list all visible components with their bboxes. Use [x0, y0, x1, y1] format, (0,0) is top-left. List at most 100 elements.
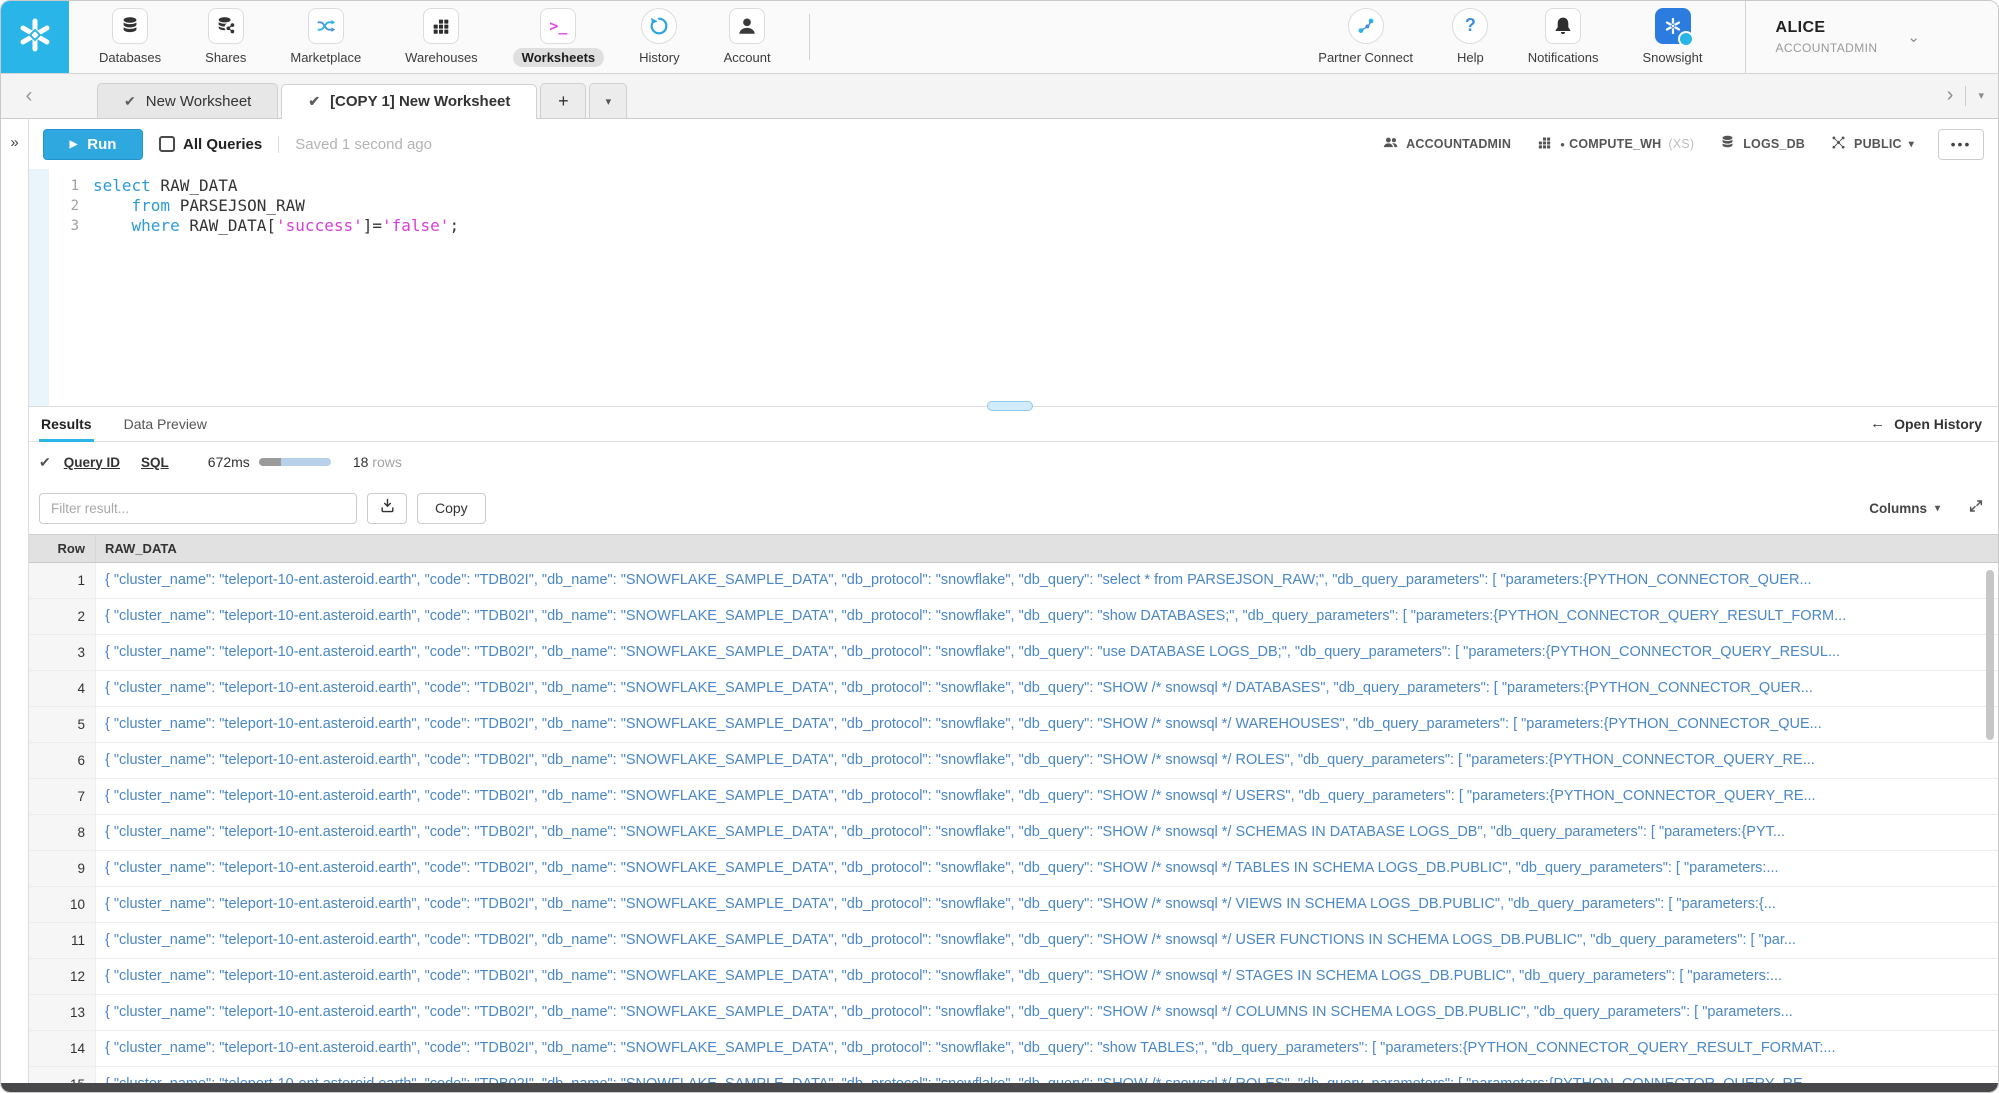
line-number: 3: [70, 218, 79, 234]
context-label: COMPUTE_WH: [1569, 137, 1662, 151]
saved-status: Saved 1 second ago: [278, 135, 432, 153]
code-line: 1 select RAW_DATA: [49, 176, 1998, 196]
snowflake-classic-app: Databases Shares Marketplace Warehouses >_ Wo…: [0, 0, 1999, 1093]
download-button[interactable]: [367, 492, 407, 524]
nav-item-account[interactable]: Account: [702, 7, 793, 67]
worksheet-tab-new-worksheet[interactable]: ✔ New Worksheet: [97, 83, 279, 118]
marketplace-icon: [307, 7, 344, 44]
row-raw-data-cell[interactable]: { "cluster_name": "teleport-10-ent.aster…: [96, 635, 1998, 670]
nav-items-left: Databases Shares Marketplace Warehouses >_ Wo…: [69, 1, 801, 73]
nav-item-help[interactable]: ? Help: [1435, 7, 1506, 67]
all-queries-checkbox-row[interactable]: All Queries: [159, 136, 262, 153]
nav-item-databases[interactable]: Databases: [77, 7, 183, 67]
row-raw-data-cell[interactable]: { "cluster_name": "teleport-10-ent.aster…: [96, 779, 1998, 814]
row-raw-data-cell[interactable]: { "cluster_name": "teleport-10-ent.aster…: [96, 959, 1998, 994]
nav-item-label: Account: [723, 49, 771, 65]
worksheet-tab-copy-1-new-worksheet[interactable]: ✔ [COPY 1] New Worksheet: [281, 84, 538, 119]
row-count: 18 rows: [352, 454, 402, 470]
row-raw-data-cell[interactable]: { "cluster_name": "teleport-10-ent.aster…: [96, 851, 1998, 886]
nav-item-snowsight[interactable]: Snowsight: [1621, 7, 1725, 67]
row-raw-data-cell[interactable]: { "cluster_name": "teleport-10-ent.aster…: [96, 923, 1998, 958]
nav-item-label: Partner Connect: [1318, 49, 1413, 65]
copy-button[interactable]: Copy: [417, 492, 486, 524]
chevron-down-icon: ⌄: [1907, 29, 1920, 46]
context-label: ACCOUNTADMIN: [1406, 137, 1512, 151]
row-raw-data-cell[interactable]: { "cluster_name": "teleport-10-ent.aster…: [96, 563, 1998, 598]
table-row: 14{ "cluster_name": "teleport-10-ent.ast…: [29, 1031, 1998, 1067]
header-row-column[interactable]: Row: [29, 535, 96, 562]
sql-link[interactable]: SQL: [141, 455, 169, 470]
context-compute-wh-dropdown[interactable]: ● COMPUTE_WH (XS): [1536, 134, 1694, 154]
context-public-dropdown[interactable]: PUBLIC ▾: [1830, 134, 1914, 154]
nav-item-history[interactable]: History: [617, 7, 701, 67]
caret-down-icon: ▾: [1934, 502, 1940, 514]
table-row: 6{ "cluster_name": "teleport-10-ent.aste…: [29, 743, 1998, 779]
row-raw-data-cell[interactable]: { "cluster_name": "teleport-10-ent.aster…: [96, 671, 1998, 706]
duration-bar-execution: [258, 458, 281, 466]
splitter-drag-handle[interactable]: [987, 401, 1033, 411]
row-raw-data-cell[interactable]: { "cluster_name": "teleport-10-ent.aster…: [96, 887, 1998, 922]
row-number: 14: [29, 1031, 96, 1066]
new-worksheet-button[interactable]: +: [540, 83, 587, 118]
vertical-scrollbar[interactable]: [1986, 570, 1994, 740]
check-icon: ✔: [124, 92, 136, 109]
expand-results-button[interactable]: [1968, 498, 1984, 519]
more-options-button[interactable]: •••: [1938, 128, 1984, 160]
query-meta-row: ✔ Query ID SQL 672ms 18 rows: [29, 442, 1998, 482]
row-raw-data-cell[interactable]: { "cluster_name": "teleport-10-ent.aster…: [96, 1031, 1998, 1066]
collapsed-tree-panel-strip[interactable]: [29, 169, 49, 406]
left-rail: »: [1, 119, 29, 1092]
code-text: from PARSEJSON_RAW: [131, 196, 305, 215]
worksheet-tab-label: New Worksheet: [145, 92, 252, 110]
nav-item-worksheets[interactable]: >_ Worksheets: [500, 7, 617, 67]
row-number: 4: [29, 671, 96, 706]
tab-scroll-left-button[interactable]: ‹: [1, 73, 57, 118]
row-raw-data-cell[interactable]: { "cluster_name": "teleport-10-ent.aster…: [96, 599, 1998, 634]
nav-item-marketplace[interactable]: Marketplace: [268, 7, 383, 67]
context-label: PUBLIC: [1854, 137, 1902, 151]
row-number: 13: [29, 995, 96, 1030]
nav-item-warehouses[interactable]: Warehouses: [383, 7, 500, 67]
code-text: where RAW_DATA['success']='false';: [131, 216, 460, 235]
context-logs-db-dropdown[interactable]: LOGS_DB: [1719, 134, 1805, 154]
tab-scroll-right-button[interactable]: ›: [1947, 84, 1954, 107]
run-button[interactable]: ▶ Run: [43, 128, 143, 160]
row-raw-data-cell[interactable]: { "cluster_name": "teleport-10-ent.aster…: [96, 707, 1998, 742]
row-raw-data-cell[interactable]: { "cluster_name": "teleport-10-ent.aster…: [96, 815, 1998, 850]
tab-results[interactable]: Results: [39, 410, 94, 442]
nav-item-label: Worksheets: [512, 47, 605, 67]
sql-editor[interactable]: 1 select RAW_DATA 2 from PARSEJSON_RAW 3 wh…: [49, 169, 1998, 406]
row-raw-data-cell[interactable]: { "cluster_name": "teleport-10-ent.aster…: [96, 743, 1998, 778]
tab-data-preview[interactable]: Data Preview: [122, 410, 209, 441]
nav-item-label: Snowsight: [1642, 49, 1703, 65]
divider: [1965, 85, 1967, 106]
row-number: 7: [29, 779, 96, 814]
all-queries-checkbox[interactable]: [159, 136, 175, 152]
nav-item-notifications[interactable]: Notifications: [1506, 7, 1621, 67]
columns-dropdown[interactable]: Columns ▾: [1869, 501, 1940, 516]
nav-item-partner-connect[interactable]: Partner Connect: [1296, 7, 1435, 67]
open-history-link[interactable]: ← Open History: [1870, 415, 1982, 441]
nav-item-shares[interactable]: Shares: [183, 7, 268, 67]
worksheet-tabbar: ‹ ✔ New Worksheet ✔ [COPY 1] New Worksheet …: [1, 74, 1998, 119]
table-row: 5{ "cluster_name": "teleport-10-ent.aste…: [29, 707, 1998, 743]
table-row: 13{ "cluster_name": "teleport-10-ent.ast…: [29, 995, 1998, 1031]
snowflake-logo[interactable]: [1, 1, 69, 73]
row-raw-data-cell[interactable]: { "cluster_name": "teleport-10-ent.aster…: [96, 995, 1998, 1030]
context-label: LOGS_DB: [1743, 137, 1806, 151]
expand-panel-icon[interactable]: »: [10, 135, 18, 150]
line-number: 2: [70, 198, 79, 214]
user-meta: ALICE ACCOUNTADMIN: [1776, 19, 1878, 55]
tab-overflow-caret[interactable]: ▾: [1978, 89, 1984, 102]
header-raw-data-column[interactable]: RAW_DATA: [96, 535, 177, 562]
row-number: 3: [29, 635, 96, 670]
table-row: 3{ "cluster_name": "teleport-10-ent.aste…: [29, 635, 1998, 671]
worksheet-menu-caret[interactable]: ▾: [589, 83, 628, 118]
nav-item-label: Databases: [99, 49, 162, 65]
user-name: ALICE: [1775, 19, 1826, 36]
results-table: Row RAW_DATA 1{ "cluster_name": "telepor…: [29, 534, 1998, 1092]
user-menu[interactable]: ALICE ACCOUNTADMIN ⌄: [1744, 1, 1999, 73]
query-id-link[interactable]: Query ID: [64, 455, 120, 470]
filter-result-input[interactable]: [39, 492, 357, 524]
context-accountadmin-dropdown[interactable]: ACCOUNTADMIN: [1382, 134, 1511, 154]
